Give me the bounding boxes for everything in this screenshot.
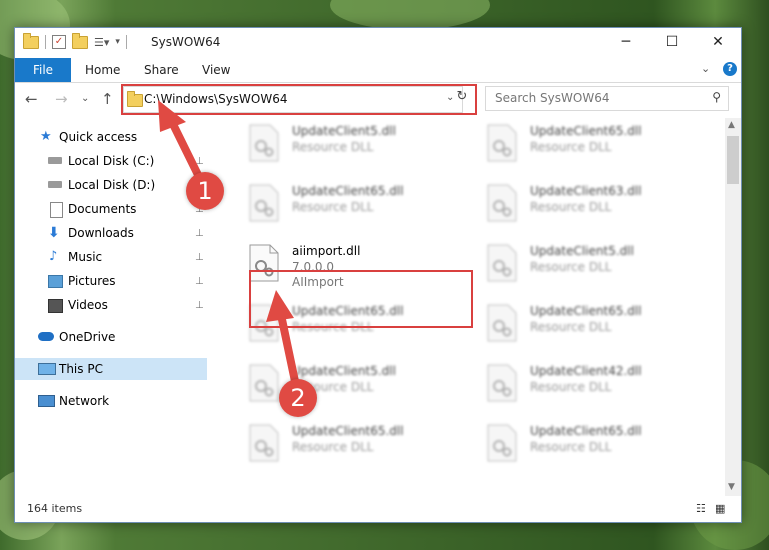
annotation-arrows [158,100,300,390]
annotation-badge-2: 2 [279,379,317,417]
arrow-to-file [266,290,300,390]
annotation-badge-1: 1 [186,172,224,210]
arrow-to-address-bar [158,100,206,187]
